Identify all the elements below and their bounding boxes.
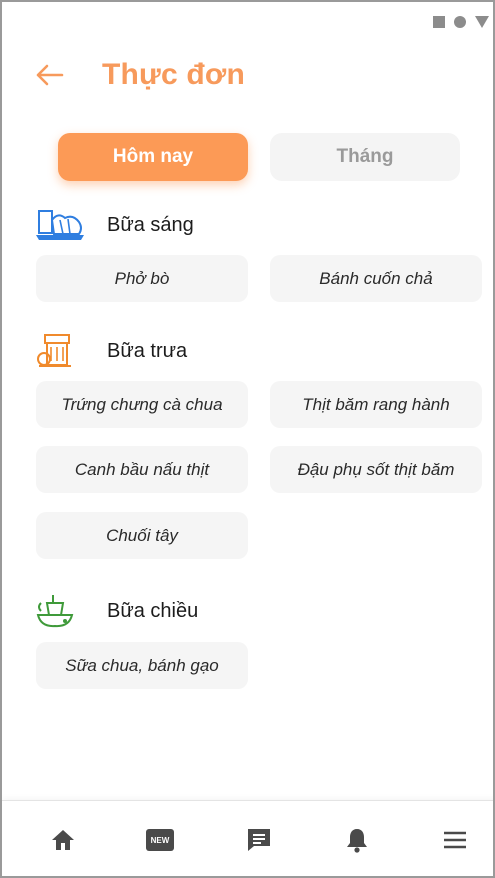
header: Thực đơn (36, 58, 245, 92)
food-item[interactable]: Chuối tây (36, 512, 248, 559)
news-icon: NEW (146, 829, 174, 851)
section-breakfast-header: Bữa sáng (35, 207, 194, 243)
food-item[interactable]: Bánh cuốn chả (270, 255, 482, 302)
nav-home[interactable] (46, 823, 80, 857)
status-bar (433, 16, 489, 28)
breakfast-icon (35, 207, 85, 243)
section-lunch-title: Bữa trưa (107, 339, 188, 362)
signal-icon (475, 16, 489, 28)
nav-menu[interactable] (438, 823, 472, 857)
afternoon-snack-icon (35, 593, 85, 629)
page-title: Thực đơn (102, 58, 245, 91)
section-afternoon-header: Bữa chiều (35, 593, 198, 629)
food-item[interactable]: Thịt băm rang hành (270, 381, 482, 428)
menu-icon (444, 831, 466, 849)
section-breakfast-title: Bữa sáng (107, 213, 194, 236)
food-item[interactable]: Canh bầu nấu thịt (36, 446, 248, 493)
nav-notifications[interactable] (340, 823, 374, 857)
section-afternoon-title: Bữa chiều (107, 599, 199, 622)
arrow-left-icon (36, 64, 64, 86)
phone-frame: Thực đơn Hôm nay Tháng Bữa sáng Phở bò B… (0, 0, 495, 878)
tab-month[interactable]: Tháng (270, 133, 460, 181)
bottom-nav: NEW (2, 800, 493, 876)
bell-icon (347, 829, 367, 853)
food-item[interactable]: Sữa chua, bánh gạo (36, 642, 248, 689)
section-lunch-header: Bữa trưa (35, 333, 187, 369)
food-item[interactable]: Trứng chưng cà chua (36, 381, 248, 428)
food-item[interactable]: Phở bò (36, 255, 248, 302)
food-item[interactable]: Đậu phụ sốt thịt băm (270, 446, 482, 493)
back-button[interactable] (36, 60, 66, 90)
home-icon (52, 830, 74, 850)
news-badge-text: NEW (150, 835, 170, 845)
recent-apps-icon (433, 16, 445, 28)
nav-news[interactable]: NEW (143, 823, 177, 857)
message-icon (248, 829, 270, 851)
lunch-icon (35, 333, 85, 369)
home-circle-icon (454, 16, 466, 28)
nav-messages[interactable] (242, 823, 276, 857)
tab-today[interactable]: Hôm nay (58, 133, 248, 181)
